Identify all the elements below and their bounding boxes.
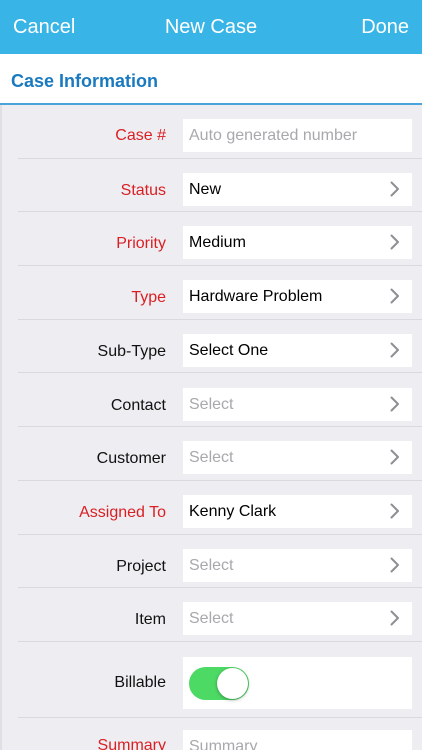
item-label: Item bbox=[134, 611, 166, 629]
form-row-summary: Summary Summary bbox=[18, 718, 422, 750]
form-row-customer: Customer Select bbox=[18, 427, 422, 481]
status-label: Status bbox=[120, 181, 166, 199]
assigned-to-value: Kenny Clark bbox=[189, 502, 277, 520]
contact-select[interactable]: Select bbox=[183, 387, 412, 421]
summary-label: Summary bbox=[97, 737, 166, 750]
section-header: Case Information bbox=[0, 54, 422, 104]
summary-placeholder: Summary bbox=[189, 738, 258, 750]
toggle-knob bbox=[217, 668, 248, 699]
project-select[interactable]: Select bbox=[183, 548, 412, 582]
chevron-right-icon bbox=[390, 396, 399, 411]
type-value: Hardware Problem bbox=[189, 288, 323, 306]
done-button[interactable]: Done bbox=[361, 14, 409, 40]
page-title: New Case bbox=[164, 16, 258, 38]
project-placeholder: Select bbox=[189, 556, 234, 574]
form-row-type: Type Hardware Problem bbox=[18, 266, 422, 320]
case-number-label: Case # bbox=[115, 127, 166, 144]
form-left-border bbox=[0, 105, 2, 750]
priority-select[interactable]: Medium bbox=[183, 226, 412, 260]
assigned-to-label: Assigned To bbox=[79, 503, 166, 521]
case-number-field[interactable]: Auto generated number bbox=[183, 119, 412, 152]
customer-label: Customer bbox=[96, 450, 166, 468]
contact-placeholder: Select bbox=[189, 395, 234, 413]
form-row-contact: Contact Select bbox=[18, 374, 422, 428]
customer-select[interactable]: Select bbox=[183, 441, 412, 475]
billable-field bbox=[183, 657, 412, 709]
assigned-to-select[interactable]: Kenny Clark bbox=[183, 494, 412, 528]
sub-type-label: Sub-Type bbox=[97, 342, 166, 360]
chevron-right-icon bbox=[390, 181, 399, 197]
form-row-assigned-to: Assigned To Kenny Clark bbox=[18, 481, 422, 535]
chevron-right-icon bbox=[390, 342, 399, 358]
billable-toggle[interactable] bbox=[189, 667, 249, 700]
type-label: Type bbox=[131, 289, 166, 307]
chevron-right-icon bbox=[390, 557, 399, 573]
sub-type-select[interactable]: Select One bbox=[183, 333, 412, 367]
form-row-item: Item Select bbox=[18, 588, 422, 642]
project-label: Project bbox=[116, 557, 166, 575]
priority-label: Priority bbox=[116, 235, 166, 253]
chevron-right-icon bbox=[390, 288, 399, 304]
chevron-right-icon bbox=[390, 503, 399, 519]
chevron-right-icon bbox=[390, 449, 399, 465]
priority-value: Medium bbox=[189, 234, 246, 252]
form-row-project: Project Select bbox=[18, 535, 422, 589]
sub-type-value: Select One bbox=[189, 341, 269, 359]
form-row-priority: Priority Medium bbox=[18, 212, 422, 267]
form-row-billable: Billable bbox=[18, 642, 422, 718]
summary-input[interactable]: Summary bbox=[183, 730, 412, 750]
navigation-bar: Cancel New Case Done bbox=[0, 0, 422, 54]
status-select[interactable]: New bbox=[183, 172, 412, 206]
form-row-sub-type: Sub-Type Select One bbox=[18, 320, 422, 374]
type-select[interactable]: Hardware Problem bbox=[183, 280, 412, 314]
item-select[interactable]: Select bbox=[183, 602, 412, 636]
form-row-status: Status New bbox=[18, 159, 422, 213]
status-value: New bbox=[189, 180, 222, 198]
case-number-placeholder: Auto generated number bbox=[189, 127, 358, 144]
chevron-right-icon bbox=[390, 610, 399, 626]
customer-placeholder: Select bbox=[189, 449, 234, 467]
chevron-right-icon bbox=[390, 234, 399, 250]
item-placeholder: Select bbox=[189, 610, 234, 628]
billable-label: Billable bbox=[114, 674, 166, 691]
case-form: Case # Auto generated number Status New … bbox=[0, 105, 422, 750]
section-title: Case Information bbox=[11, 71, 159, 91]
form-row-case-number: Case # Auto generated number bbox=[18, 105, 422, 159]
contact-label: Contact bbox=[110, 396, 166, 414]
